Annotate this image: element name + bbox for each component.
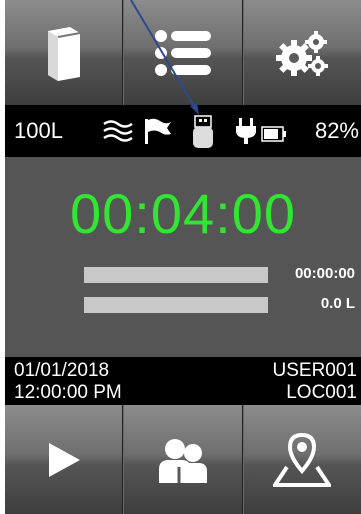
- annotation-arrow: [130, 0, 199, 115]
